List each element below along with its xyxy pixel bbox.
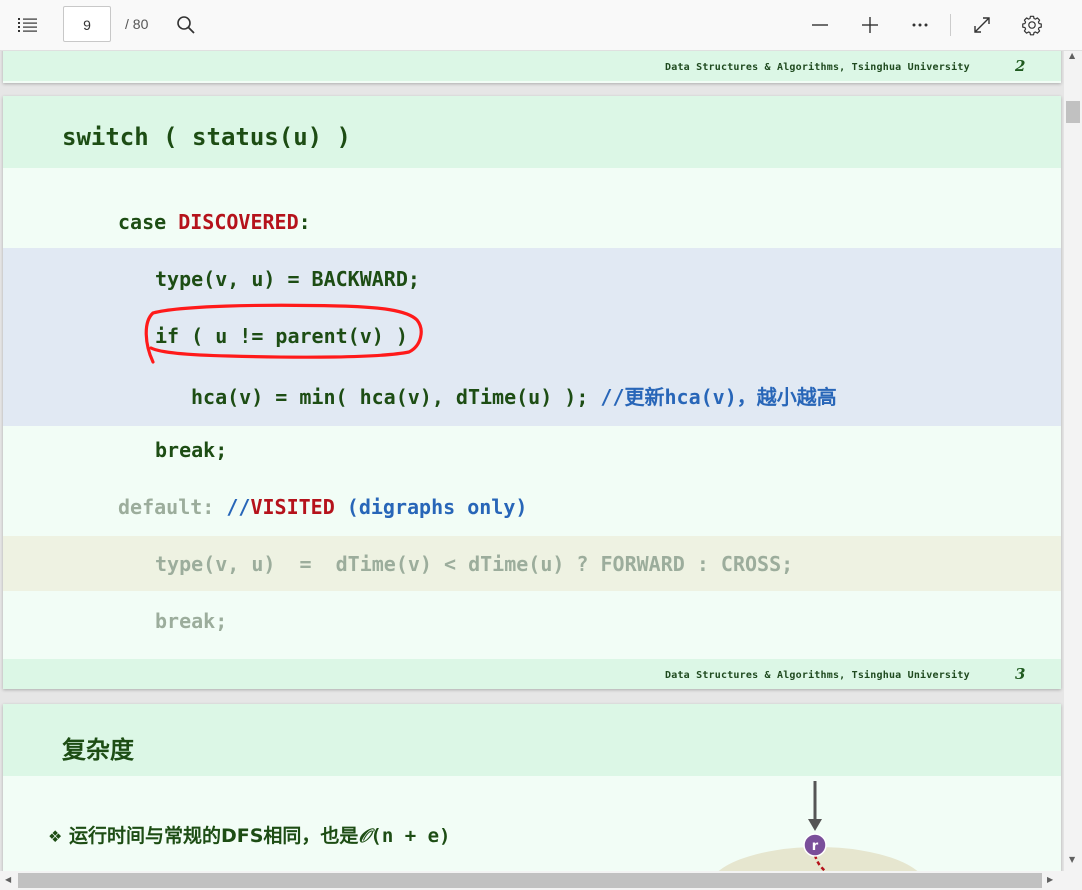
code-text: hca(v) = min( hca(v), dTime(u) ); <box>191 385 601 409</box>
page-total-label: / 80 <box>125 16 149 32</box>
code-line-default: default: //VISITED (digraphs only) <box>118 495 527 519</box>
code-punct: : <box>298 210 311 234</box>
more-options-button[interactable] <box>908 13 932 37</box>
pdf-toolbar: 9 / 80 <box>0 0 1082 51</box>
complexity-expression: (n + e) <box>370 825 451 847</box>
settings-button[interactable] <box>1020 13 1044 37</box>
slide-page-number: 2 <box>1015 57 1026 75</box>
scroll-down-icon[interactable]: ▼ <box>1069 855 1075 864</box>
code-keyword: default: <box>118 495 227 519</box>
red-annotation-circle <box>144 303 423 364</box>
bullet-item: ❖ 运行时间与常规的DFS相同，也是𝒪(n + e) <box>48 821 450 848</box>
code-line-type-backward: type(v, u) = BACKWARD; <box>155 267 420 291</box>
code-comment: (digraphs only) <box>334 495 528 519</box>
code-line-break: break; <box>155 438 228 462</box>
scroll-left-icon[interactable]: ◀ <box>5 875 11 884</box>
big-o-symbol: 𝒪 <box>358 825 371 847</box>
document-viewport[interactable]: Data Structures & Algorithms, Tsinghua U… <box>0 51 1064 871</box>
code-comment-keyword: VISITED <box>250 495 335 519</box>
code-line-hca: hca(v) = min( hca(v), dTime(u) ); //更新hc… <box>191 381 837 410</box>
table-of-contents-icon[interactable] <box>16 13 40 37</box>
arrow-head-icon <box>808 819 822 831</box>
scroll-up-icon[interactable]: ▲ <box>1069 51 1075 60</box>
search-icon[interactable] <box>174 13 198 37</box>
code-keyword: case <box>118 210 179 234</box>
toolbar-divider <box>950 14 951 36</box>
footer-label: Data Structures & Algorithms, Tsinghua U… <box>665 670 970 681</box>
slide-page-number: 3 <box>1015 665 1026 683</box>
slide-footer: Data Structures & Algorithms, Tsinghua U… <box>3 659 1061 689</box>
code-comment: //更新hca(v)，越小越高 <box>600 385 837 409</box>
code-comment: // <box>226 495 251 519</box>
page-number-input[interactable]: 9 <box>63 6 111 42</box>
expand-icon <box>974 17 990 33</box>
slide-title: 复杂度 <box>62 736 134 764</box>
slide-2: Data Structures & Algorithms, Tsinghua U… <box>3 51 1061 83</box>
horizontal-scrollbar-thumb[interactable] <box>18 873 1042 888</box>
slide-4: 复杂度 ❖ 运行时间与常规的DFS相同，也是𝒪(n + e) r <box>3 704 1061 871</box>
root-node-label: r <box>812 839 819 854</box>
dfs-tree-diagram: r <box>718 781 918 871</box>
bullet-text: 运行时间与常规的DFS相同，也是 <box>68 825 359 847</box>
footer-label: Data Structures & Algorithms, Tsinghua U… <box>665 62 970 73</box>
code-line-case: case DISCOVERED: <box>118 210 311 234</box>
code-line-break-2: break; <box>155 609 228 633</box>
plus-icon <box>862 17 878 33</box>
slide-footer: Data Structures & Algorithms, Tsinghua U… <box>3 51 1061 81</box>
ellipsis-icon <box>912 23 928 27</box>
fit-page-button[interactable] <box>970 13 994 37</box>
vertical-scrollbar[interactable]: ▲ ▼ <box>1064 51 1082 871</box>
slide-title-band <box>3 704 1061 776</box>
bullet-icon: ❖ <box>48 827 63 846</box>
code-constant: DISCOVERED <box>178 210 299 234</box>
zoom-out-button[interactable] <box>808 13 832 37</box>
zoom-in-button[interactable] <box>858 13 882 37</box>
minus-icon <box>812 24 828 26</box>
scroll-right-icon[interactable]: ▶ <box>1047 875 1053 884</box>
code-line-type-forward: type(v, u) = dTime(v) < dTime(u) ? FORWA… <box>155 552 794 576</box>
gear-icon <box>1022 15 1042 36</box>
slide-3: switch ( status(u) ) case DISCOVERED: ty… <box>3 96 1061 689</box>
vertical-scrollbar-thumb[interactable] <box>1066 101 1080 123</box>
slide-title: switch ( status(u) ) <box>62 123 351 151</box>
